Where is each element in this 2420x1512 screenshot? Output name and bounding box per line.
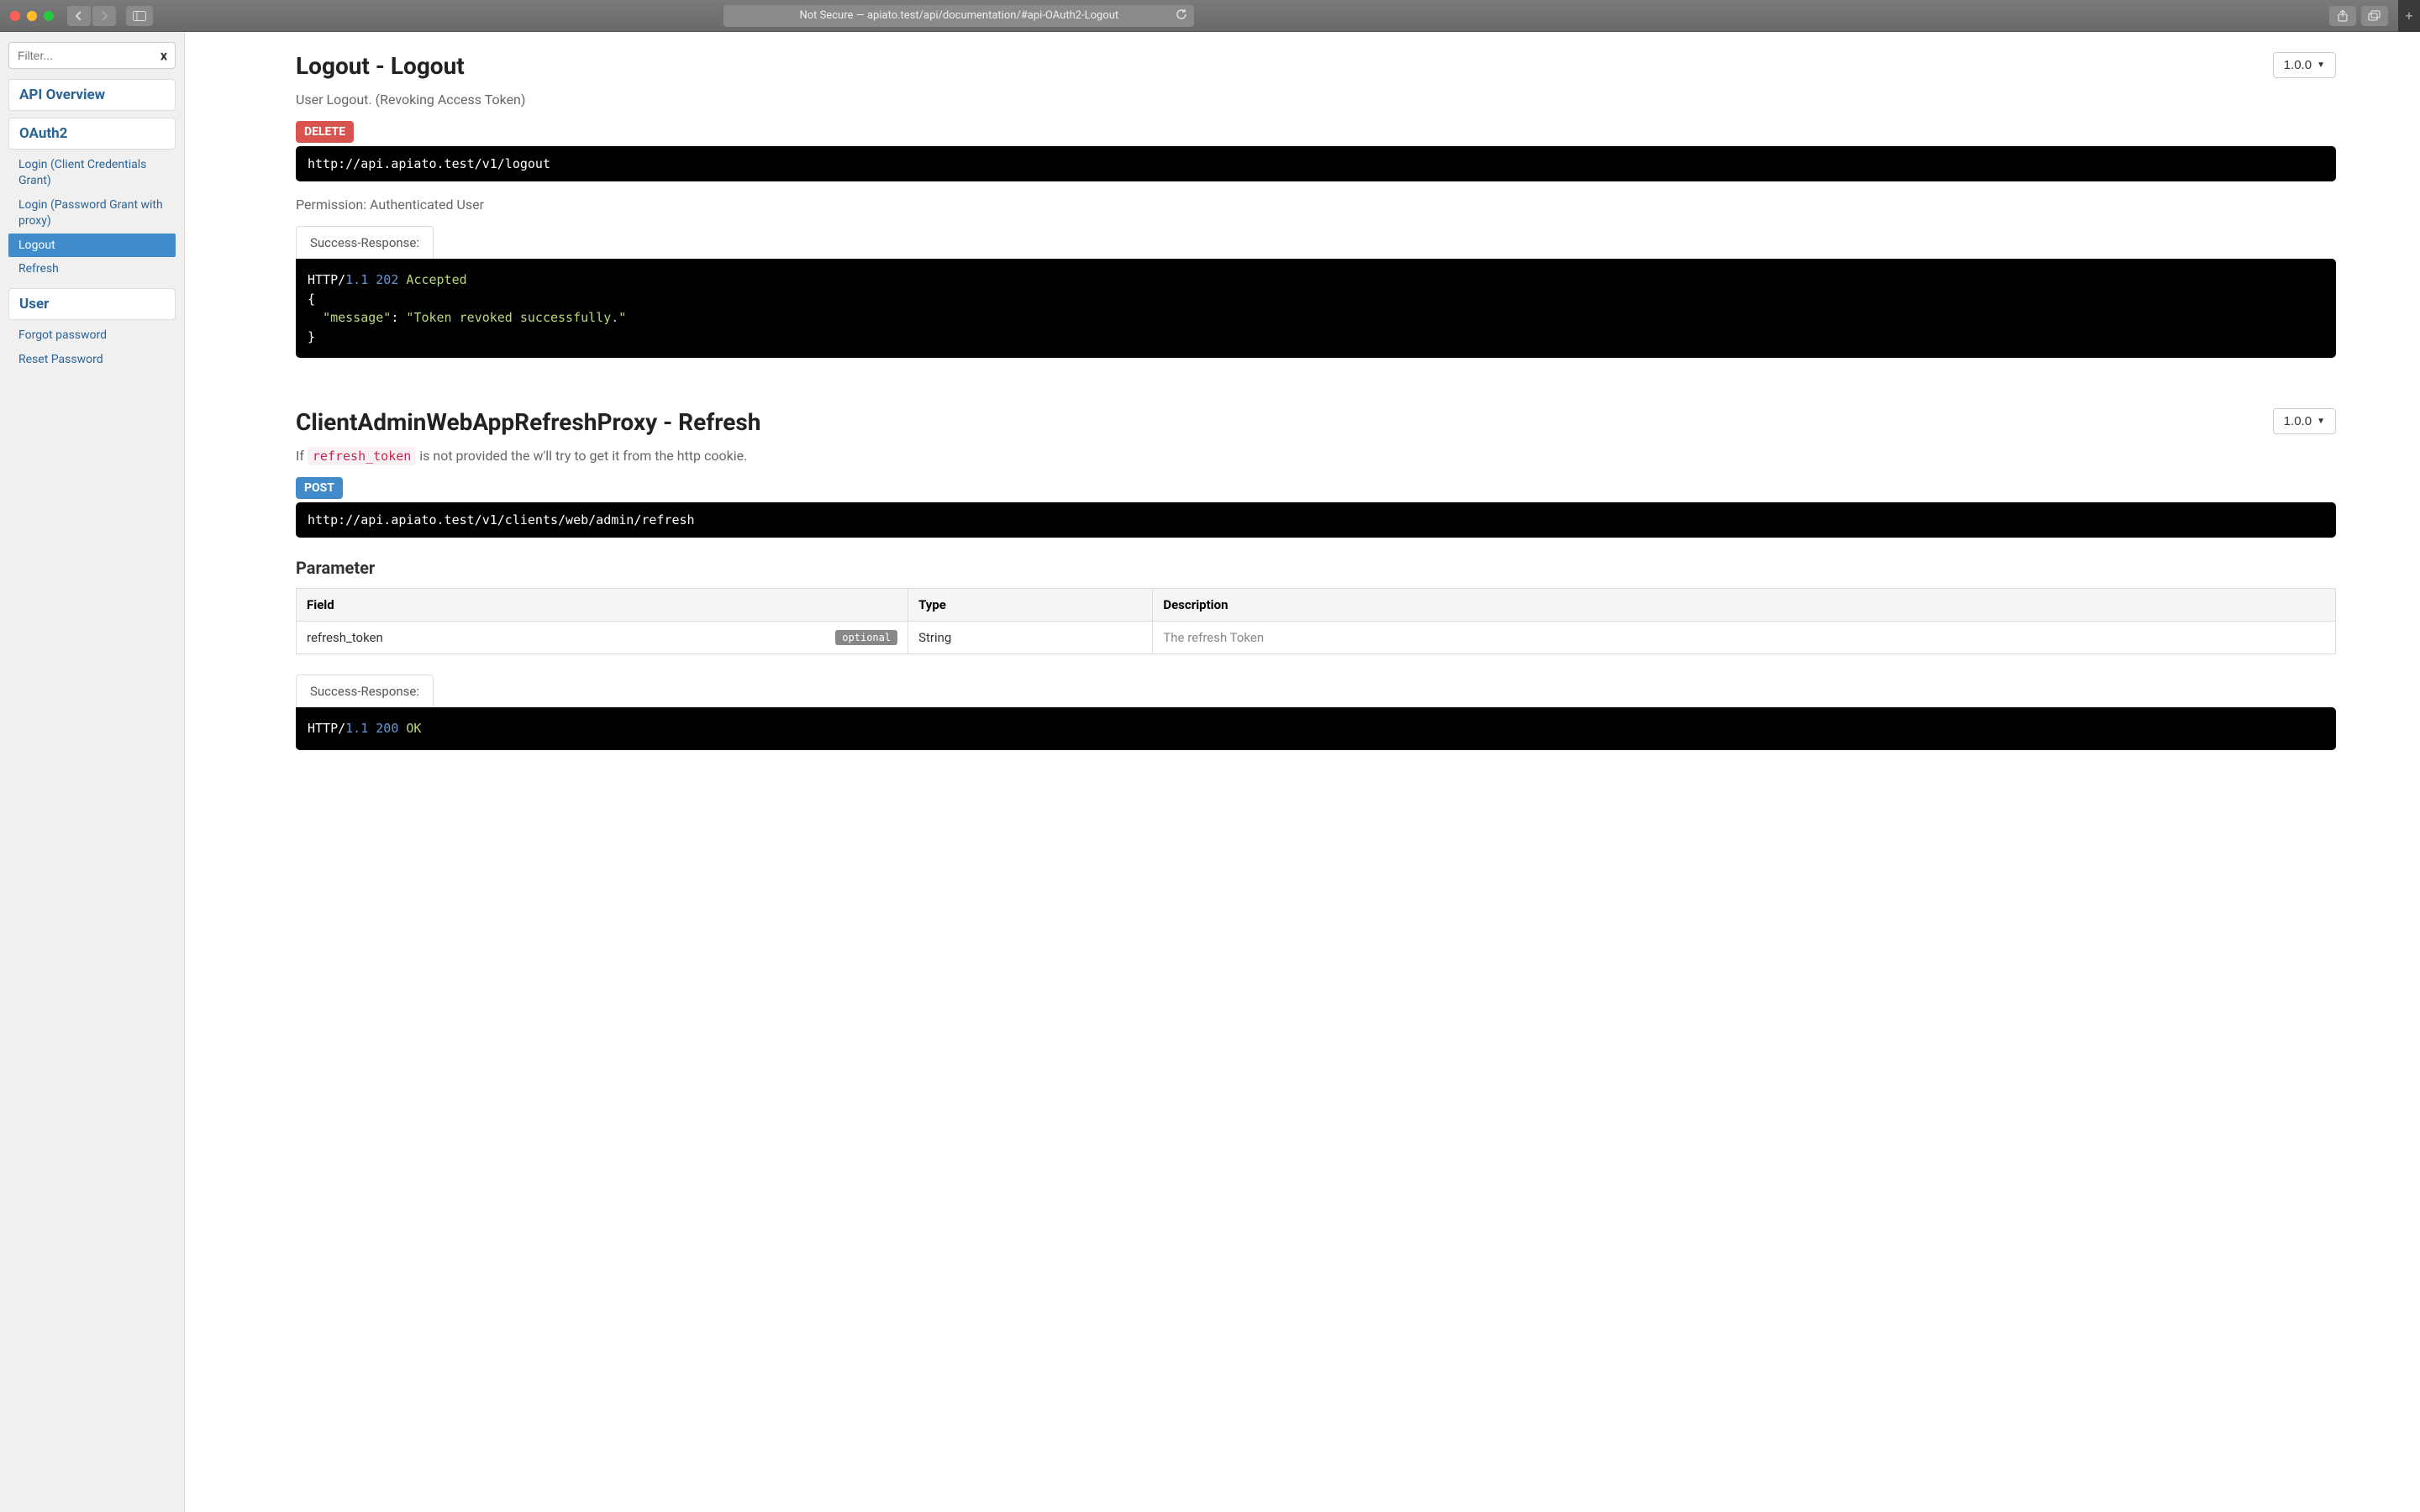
caret-down-icon: ▼ (2317, 417, 2325, 426)
endpoint-description: User Logout. (Revoking Access Token) (296, 92, 2336, 108)
close-window-button[interactable] (10, 11, 20, 21)
filter-clear-button[interactable]: x (160, 48, 167, 64)
col-desc: Description (1153, 589, 2336, 622)
address-bar[interactable]: Not Secure — apiato.test/api/documentati… (723, 5, 1194, 27)
nav-header-oauth2[interactable]: OAuth2 (8, 118, 176, 150)
param-name: refresh_token (307, 630, 383, 645)
endpoint-url: http://api.apiato.test/v1/clients/web/ad… (296, 502, 2336, 538)
param-desc: The refresh Token (1153, 622, 2336, 654)
endpoint-description: If refresh_token is not provided the w'l… (296, 448, 2336, 464)
sidebar-toggle-button[interactable] (126, 6, 153, 26)
optional-badge: optional (835, 630, 897, 645)
nav-item-reset-password[interactable]: Reset Password (8, 348, 176, 372)
col-type: Type (908, 589, 1153, 622)
endpoint-title: ClientAdminWebAppRefreshProxy - Refresh (296, 408, 760, 436)
endpoint-title: Logout - Logout (296, 52, 465, 80)
sidebar: x API Overview OAuth2 Login (Client Cred… (0, 32, 185, 1512)
minimize-window-button[interactable] (27, 11, 37, 21)
main-content[interactable]: Logout - Logout 1.0.0 ▼ User Logout. (Re… (185, 32, 2420, 1512)
parameter-table: Field Type Description refresh_token opt… (296, 588, 2336, 654)
nav-item-login-cc[interactable]: Login (Client Credentials Grant) (8, 153, 176, 193)
method-badge-delete: DELETE (296, 121, 354, 143)
inline-code: refresh_token (308, 447, 416, 465)
filter-box: x (8, 42, 176, 69)
nav-section-oauth2: OAuth2 Login (Client Credentials Grant) … (8, 118, 176, 281)
window-controls (10, 11, 54, 21)
success-response-tab[interactable]: Success-Response: (296, 675, 434, 707)
app-root: x API Overview OAuth2 Login (Client Cred… (0, 32, 2420, 1512)
success-response-tab[interactable]: Success-Response: (296, 226, 434, 259)
nav-header-user[interactable]: User (8, 288, 176, 320)
caret-down-icon: ▼ (2317, 60, 2325, 70)
nav-section-overview: API Overview (8, 79, 176, 111)
forward-button[interactable] (92, 6, 116, 26)
method-badge-post: POST (296, 477, 343, 499)
permission-text: Permission: Authenticated User (296, 197, 2336, 213)
browser-chrome: Not Secure — apiato.test/api/documentati… (0, 0, 2420, 32)
version-label: 1.0.0 (2284, 58, 2312, 72)
version-dropdown[interactable]: 1.0.0 ▼ (2273, 408, 2336, 434)
response-code-block: HTTP/1.1 202 Accepted { "message": "Toke… (296, 259, 2336, 358)
reload-icon[interactable] (1176, 8, 1187, 24)
nav-header-overview[interactable]: API Overview (8, 79, 176, 111)
back-button[interactable] (67, 6, 91, 26)
nav-section-user: User Forgot password Reset Password (8, 288, 176, 372)
nav-item-login-pw[interactable]: Login (Password Grant with proxy) (8, 193, 176, 234)
share-button[interactable] (2329, 6, 2356, 26)
col-field: Field (297, 589, 908, 622)
endpoint-logout: Logout - Logout 1.0.0 ▼ User Logout. (Re… (296, 52, 2336, 358)
nav-item-refresh[interactable]: Refresh (8, 257, 176, 281)
filter-input[interactable] (8, 42, 176, 69)
maximize-window-button[interactable] (44, 11, 54, 21)
nav-item-forgot-password[interactable]: Forgot password (8, 323, 176, 348)
response-code-block: HTTP/1.1 200 OK (296, 707, 2336, 750)
endpoint-url: http://api.apiato.test/v1/logout (296, 146, 2336, 181)
new-tab-button[interactable]: + (2398, 0, 2420, 32)
parameter-heading: Parameter (296, 558, 2336, 578)
url-text: Not Secure — apiato.test/api/documentati… (799, 9, 1118, 22)
nav-item-logout[interactable]: Logout (8, 234, 176, 258)
version-label: 1.0.0 (2284, 414, 2312, 428)
endpoint-refresh: ClientAdminWebAppRefreshProxy - Refresh … (296, 408, 2336, 750)
tabs-button[interactable] (2361, 6, 2388, 26)
nav-buttons (67, 6, 116, 26)
version-dropdown[interactable]: 1.0.0 ▼ (2273, 52, 2336, 78)
toolbar-right (2329, 6, 2388, 26)
param-type: String (908, 622, 1153, 654)
table-row: refresh_token optional String The refres… (297, 622, 2336, 654)
